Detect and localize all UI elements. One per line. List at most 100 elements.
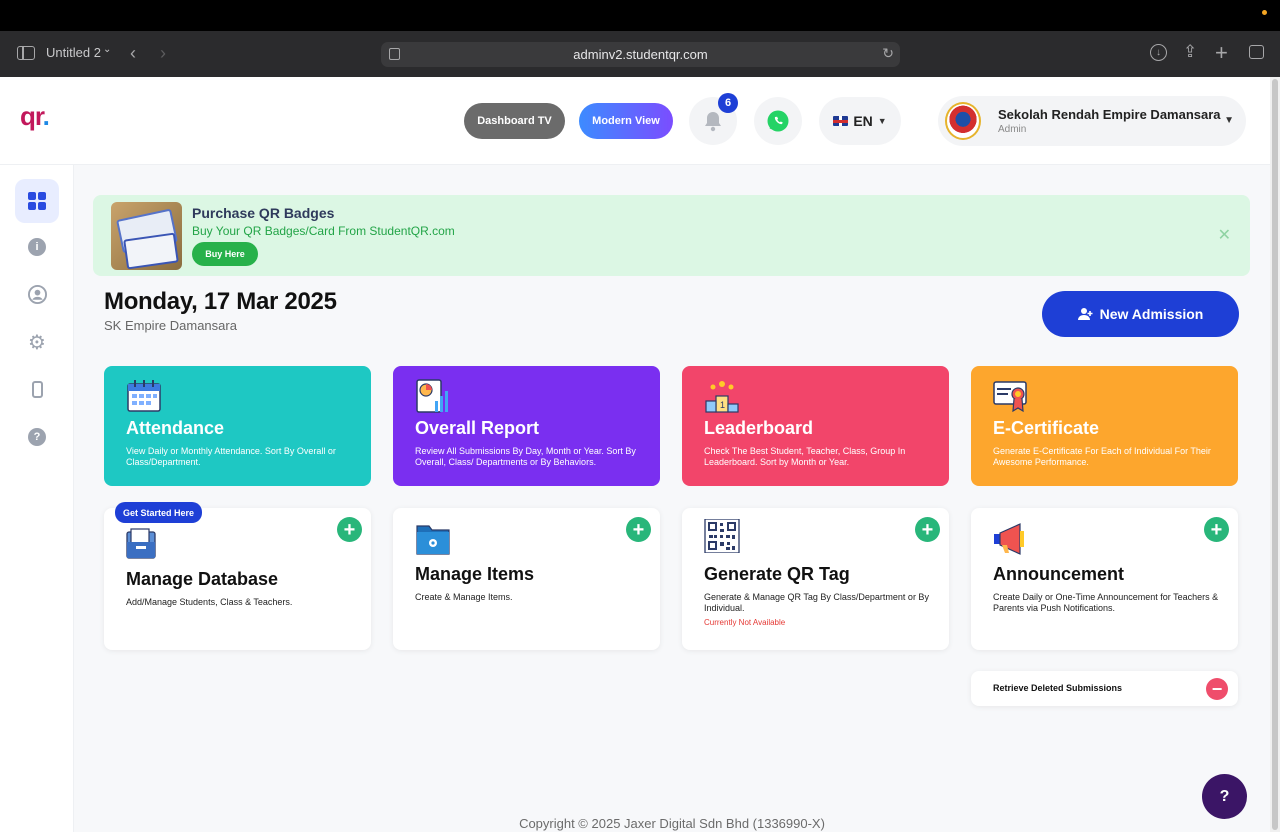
school-crest-avatar (945, 102, 981, 140)
tab-overview-icon[interactable] (1249, 45, 1264, 59)
qr-code-icon (704, 519, 740, 553)
close-icon[interactable]: ✕ (1218, 225, 1231, 245)
card-title: Generate QR Tag (704, 564, 850, 584)
gear-icon: ⚙ (28, 331, 46, 354)
logo-dot: . (42, 101, 50, 131)
url-text[interactable]: adminv2.studentqr.com (381, 47, 900, 62)
card-title: Overall Report (415, 418, 540, 438)
page-scrollbar[interactable] (1270, 77, 1280, 832)
card-description: Review All Submissions By Day, Month or … (415, 446, 636, 467)
card-title: Manage Database (126, 569, 279, 589)
card-description: Generate & Manage QR Tag By Class/Depart… (704, 592, 929, 613)
certificate-icon (993, 381, 1027, 413)
sidebar-item-mobile[interactable] (15, 367, 59, 411)
info-icon: i (28, 238, 46, 256)
card-description: Generate E-Certificate For Each of Indiv… (993, 446, 1211, 467)
tab-title[interactable]: Untitled 2 (46, 45, 101, 60)
left-sidebar: i ⚙ ? (0, 165, 74, 832)
database-folder-icon (126, 528, 156, 559)
e-certificate-card[interactable]: E-Certificate Generate E-Certificate For… (971, 366, 1238, 486)
share-icon[interactable]: ⇪ (1183, 42, 1197, 62)
copyright-footer: Copyright © 2025 Jaxer Digital Sdn Bhd (… (519, 816, 825, 831)
card-title: Announcement (993, 564, 1125, 584)
leaderboard-card[interactable]: 1 Leaderboard Check The Best Student, Te… (682, 366, 949, 486)
podium-icon: 1 (705, 381, 739, 413)
phone-icon (31, 380, 43, 398)
card-title: Leaderboard (704, 418, 814, 438)
card-title: Attendance (126, 418, 225, 438)
sidebar-item-info[interactable]: i (15, 225, 59, 269)
card-description: Create Daily or One-Time Announcement fo… (993, 592, 1219, 613)
retrieve-label: Retrieve Deleted Submissions (993, 683, 1123, 693)
help-button[interactable]: ? (1202, 774, 1247, 819)
overall-report-card[interactable]: Overall Report Review All Submissions By… (393, 366, 660, 486)
announcement-card[interactable]: + Announcement Create Daily or One-Time … (971, 508, 1238, 650)
user-role: Admin (998, 124, 1027, 135)
back-icon[interactable]: ‹ (130, 43, 136, 64)
calendar-icon (127, 380, 161, 412)
manage-items-card[interactable]: + Manage Items Create & Manage Items. (393, 508, 660, 650)
notification-count-badge[interactable]: 6 (718, 93, 738, 113)
new-admission-button[interactable]: New Admission (1042, 291, 1239, 337)
sidebar-item-dashboard[interactable] (15, 179, 59, 223)
promo-banner: Purchase QR Badges Buy Your QR Badges/Ca… (93, 195, 1250, 276)
address-bar[interactable]: adminv2.studentqr.com ↻ (381, 42, 900, 67)
bell-icon (705, 112, 721, 132)
retrieve-toggle-button[interactable]: − (1206, 678, 1228, 700)
whatsapp-button[interactable] (754, 97, 802, 145)
caret-down-icon: ▼ (1224, 115, 1234, 126)
card-description: Add/Manage Students, Class & Teachers. (126, 597, 293, 607)
uk-flag-icon (833, 116, 849, 126)
forward-icon[interactable]: › (160, 43, 166, 64)
chevron-down-icon[interactable]: ⌄ (103, 44, 111, 55)
retrieve-deleted-submissions[interactable]: Retrieve Deleted Submissions − (971, 671, 1238, 706)
unavailable-note: Currently Not Available (704, 618, 786, 627)
card-description: View Daily or Monthly Attendance. Sort B… (126, 446, 336, 467)
school-name: Sekolah Rendah Empire Damansara (998, 107, 1221, 122)
items-folder-icon (416, 525, 450, 555)
manage-database-card[interactable]: Get Started Here + Manage Database Add/M… (104, 502, 371, 650)
megaphone-icon (994, 523, 1024, 555)
app-header: qr. Dashboard TV Modern View 6 EN ▼ Seko… (0, 77, 1270, 165)
sidebar-item-profile[interactable] (15, 272, 59, 316)
add-announcement-button[interactable]: + (1204, 517, 1229, 542)
promo-subtitle: Buy Your QR Badges/Card From StudentQR.c… (192, 224, 455, 238)
buy-here-button[interactable]: Buy Here (192, 242, 258, 266)
dashboard-icon (28, 192, 46, 210)
os-menubar (0, 0, 1280, 31)
modern-view-button[interactable]: Modern View (579, 103, 673, 139)
card-description: Check The Best Student, Teacher, Class, … (704, 446, 906, 467)
language-code: EN (853, 113, 873, 129)
main-content: Purchase QR Badges Buy Your QR Badges/Ca… (74, 165, 1270, 832)
reload-icon[interactable]: ↻ (882, 45, 894, 62)
report-chart-icon (416, 379, 448, 413)
language-selector[interactable]: EN ▼ (819, 97, 901, 145)
add-database-button[interactable]: + (337, 517, 362, 542)
new-admission-label: New Admission (1099, 306, 1204, 322)
scrollbar-thumb[interactable] (1272, 79, 1278, 830)
dashboard-tv-button[interactable]: Dashboard TV (464, 103, 565, 139)
svg-text:1: 1 (720, 400, 725, 410)
logo[interactable]: qr. (20, 101, 50, 132)
school-subtitle: SK Empire Damansara (104, 318, 237, 333)
logo-text: qr (20, 101, 44, 131)
sidebar-item-help[interactable]: ? (15, 415, 59, 459)
add-item-button[interactable]: + (626, 517, 651, 542)
new-tab-icon[interactable]: + (1215, 40, 1228, 66)
card-title: E-Certificate (993, 418, 1100, 438)
sidebar-item-settings[interactable]: ⚙ (15, 320, 59, 364)
whatsapp-icon (767, 110, 789, 132)
status-dot (1262, 10, 1267, 15)
sidebar-toggle-icon[interactable] (17, 46, 35, 60)
qr-badge-image (111, 202, 182, 270)
download-icon[interactable]: ↓ (1150, 44, 1167, 61)
card-title: Manage Items (415, 564, 535, 584)
add-user-icon (1077, 308, 1093, 320)
get-started-badge[interactable]: Get Started Here (115, 502, 203, 523)
attendance-card[interactable]: Attendance View Daily or Monthly Attenda… (104, 366, 371, 486)
promo-title: Purchase QR Badges (192, 205, 335, 221)
add-qr-tag-button[interactable]: + (915, 517, 940, 542)
profile-menu[interactable]: Sekolah Rendah Empire Damansara Admin ▼ (938, 96, 1246, 146)
generate-qr-tag-card[interactable]: + Generate QR Tag Generate & Manage QR T… (682, 508, 949, 650)
caret-down-icon: ▼ (877, 116, 887, 126)
